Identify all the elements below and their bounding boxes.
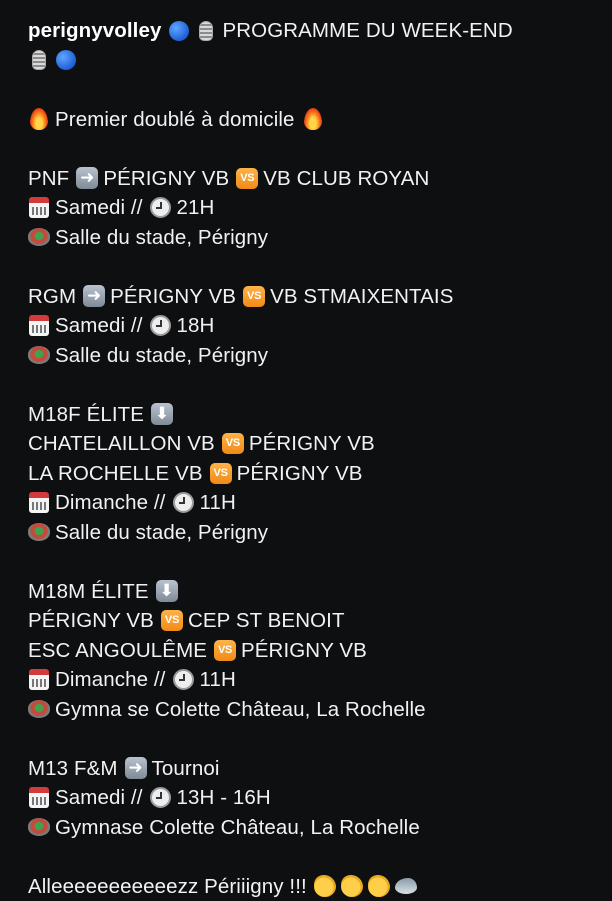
home-team: PÉRIGNY VB: [103, 164, 229, 194]
calendar-icon: [28, 787, 50, 809]
caption-header-line: perignyvolley PROGRAMME DU WEEK-END: [28, 16, 598, 46]
home-team: PÉRIGNY VB: [28, 606, 154, 636]
venue-line: Salle du stade, Périgny: [28, 341, 598, 371]
home-team: PÉRIGNY VB: [110, 282, 236, 312]
clock-icon: [150, 197, 172, 219]
fire-icon: [28, 108, 50, 130]
right-arrow-icon: ➜: [125, 757, 147, 779]
home-team: LA ROCHELLE VB: [28, 459, 203, 489]
away-team: VB CLUB ROYAN: [263, 164, 429, 194]
away-team: PÉRIGNY VB: [241, 636, 367, 666]
away-team: CEP ST BENOIT: [188, 606, 345, 636]
right-arrow-icon: ➜: [83, 285, 105, 307]
clock-icon: [172, 492, 194, 514]
team-label: M18F ÉLITE: [28, 400, 144, 430]
match-venue: Gymnase Colette Château, La Rochelle: [55, 813, 420, 843]
down-arrow-icon: ⬇: [156, 580, 178, 602]
calendar-icon: [28, 669, 50, 691]
team-label: PNF: [28, 164, 69, 194]
post-caption: perignyvolley PROGRAMME DU WEEK-END Prem…: [28, 16, 598, 901]
match-time: 11H: [199, 665, 235, 695]
match-line: RGM ➜ PÉRIGNY VB VS VB STMAIXENTAIS: [28, 282, 598, 312]
closing-text: Alleeeeeeeeeeezz Périiigny !!!: [28, 872, 307, 901]
stadium-icon: [28, 344, 50, 366]
date-line: Dimanche // 11H: [28, 488, 598, 518]
team-label: RGM: [28, 282, 76, 312]
vs-icon: VS: [210, 462, 232, 484]
away-team: PÉRIGNY VB: [249, 429, 375, 459]
match-time: 11H: [199, 488, 235, 518]
stadium-icon: [28, 816, 50, 838]
team-heading-line: M18F ÉLITE ⬇: [28, 400, 598, 430]
calendar-icon: [28, 197, 50, 219]
username-link[interactable]: perignyvolley: [28, 16, 161, 46]
down-arrow-icon: ⬇: [151, 403, 173, 425]
match-line: CHATELAILLON VB VS PÉRIGNY VB: [28, 429, 598, 459]
match-date: Dimanche //: [55, 665, 165, 695]
match-venue: Salle du stade, Périgny: [55, 518, 268, 548]
clock-icon: [150, 315, 172, 337]
match-date: Samedi //: [55, 783, 143, 813]
match-line: M13 F&M ➜ Tournoi: [28, 754, 598, 784]
headline-line: Premier doublé à domicile: [28, 105, 598, 135]
match-venue: Salle du stade, Périgny: [55, 223, 268, 253]
match-line: LA ROCHELLE VB VS PÉRIGNY VB: [28, 459, 598, 489]
venue-line: Gymnase Colette Château, La Rochelle: [28, 813, 598, 843]
match-date: Dimanche //: [55, 488, 165, 518]
stadium-icon: [28, 226, 50, 248]
match-line: PNF ➜ PÉRIGNY VB VS VB CLUB ROYAN: [28, 164, 598, 194]
microphone-icon: [195, 20, 217, 42]
venue-line: Gymna se Colette Château, La Rochelle: [28, 695, 598, 725]
home-team: ESC ANGOULÊME: [28, 636, 207, 666]
closing-line: Alleeeeeeeeeeezz Périiigny !!!: [28, 872, 598, 901]
date-line: Dimanche // 11H: [28, 665, 598, 695]
match-time: 21H: [177, 193, 215, 223]
team-label: M13 F&M: [28, 754, 118, 784]
match-line: ESC ANGOULÊME VS PÉRIGNY VB: [28, 636, 598, 666]
vs-icon: VS: [214, 639, 236, 661]
calendar-icon: [28, 315, 50, 337]
match-time: 13H - 16H: [177, 783, 271, 813]
team-label: M18M ÉLITE: [28, 577, 149, 607]
blue-circle-icon: [55, 49, 77, 71]
headline-text: Premier doublé à domicile: [55, 105, 295, 135]
match-venue: Salle du stade, Périgny: [55, 341, 268, 371]
right-arrow-icon: ➜: [76, 167, 98, 189]
date-line: Samedi // 18H: [28, 311, 598, 341]
match-date: Samedi //: [55, 311, 143, 341]
vs-icon: VS: [243, 285, 265, 307]
clock-icon: [172, 669, 194, 691]
shark-icon: [395, 875, 417, 897]
venue-line: Salle du stade, Périgny: [28, 518, 598, 548]
date-line: Samedi // 13H - 16H: [28, 783, 598, 813]
vs-icon: VS: [236, 167, 258, 189]
vs-icon: VS: [222, 433, 244, 455]
blue-circle-icon: [168, 20, 190, 42]
clock-icon: [150, 787, 172, 809]
away-team: PÉRIGNY VB: [237, 459, 363, 489]
home-team: CHATELAILLON VB: [28, 429, 215, 459]
clapping-hands-icon: [314, 875, 336, 897]
match-venue: Gymna se Colette Château, La Rochelle: [55, 695, 426, 725]
venue-line: Salle du stade, Périgny: [28, 223, 598, 253]
event-label: Tournoi: [152, 754, 220, 784]
fire-icon: [302, 108, 324, 130]
clapping-hands-icon: [368, 875, 390, 897]
header-text: PROGRAMME DU WEEK-END: [222, 16, 512, 46]
date-line: Samedi // 21H: [28, 193, 598, 223]
match-time: 18H: [177, 311, 215, 341]
vs-icon: VS: [161, 610, 183, 632]
stadium-icon: [28, 698, 50, 720]
clapping-hands-icon: [341, 875, 363, 897]
calendar-icon: [28, 492, 50, 514]
caption-header-line-2: [28, 46, 598, 76]
match-line: PÉRIGNY VB VS CEP ST BENOIT: [28, 606, 598, 636]
stadium-icon: [28, 521, 50, 543]
match-date: Samedi //: [55, 193, 143, 223]
team-heading-line: M18M ÉLITE ⬇: [28, 577, 598, 607]
away-team: VB STMAIXENTAIS: [270, 282, 453, 312]
microphone-icon: [28, 49, 50, 71]
